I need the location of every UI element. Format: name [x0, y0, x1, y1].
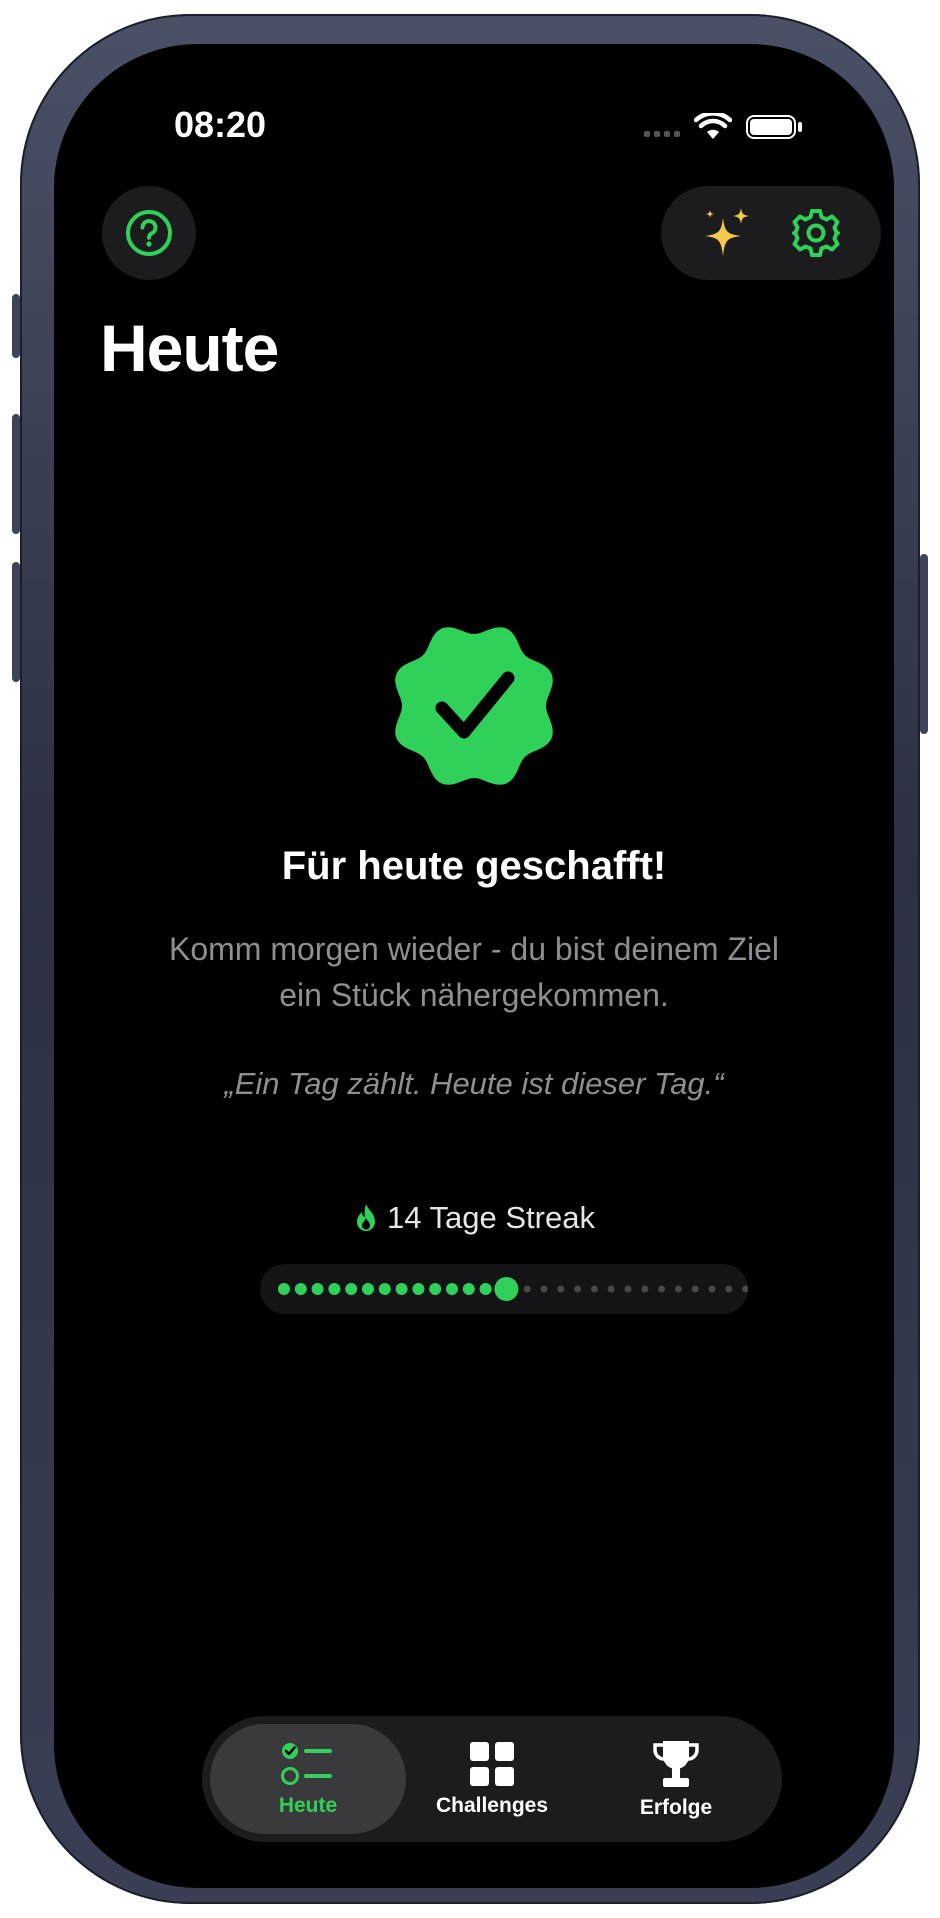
checkmark-seal-icon	[395, 627, 553, 785]
streak-dot-done	[446, 1283, 458, 1295]
tab-label: Challenges	[435, 1794, 549, 1817]
completion-title: Für heute geschafft!	[281, 844, 667, 888]
streak-dot-done	[479, 1283, 492, 1295]
status-time: 08:20	[174, 104, 267, 145]
battery-icon	[746, 115, 796, 139]
streak-dot-done	[294, 1283, 307, 1295]
tab-erfolge[interactable]: Erfolge	[578, 1724, 774, 1834]
tab-label: Erfolge	[639, 1796, 713, 1819]
volume-down-button	[12, 562, 20, 682]
streak-dot-done	[378, 1283, 391, 1295]
streak-dot-pending	[641, 1285, 649, 1293]
streak-dot-done	[345, 1283, 358, 1295]
streak-progress	[260, 1264, 783, 1314]
streak-dot-pending	[540, 1285, 548, 1293]
streak-dot-done	[429, 1283, 442, 1295]
streak-dot-done	[311, 1283, 324, 1295]
streak-dot-pending	[674, 1285, 682, 1293]
header-actions-pill	[661, 186, 881, 280]
streak-dot-pending	[691, 1285, 699, 1293]
tab-label: Heute	[278, 1794, 338, 1817]
streak-dot-pending	[590, 1285, 598, 1293]
cellular-signal-icon	[644, 117, 680, 137]
dynamic-island	[334, 88, 584, 158]
wifi-icon	[694, 113, 732, 139]
streak-dot-pending	[574, 1285, 582, 1293]
streak-dot-pending	[742, 1285, 750, 1293]
sparkles-button[interactable]	[691, 198, 761, 268]
volume-up-button	[12, 414, 20, 534]
streak-dot-pending	[658, 1285, 666, 1293]
streak-label: 14 Tage Streak	[54, 1200, 894, 1236]
streak-dot-pending	[624, 1285, 632, 1293]
streak-dot-done	[278, 1283, 290, 1295]
status-icons	[644, 112, 802, 142]
checklist-icon	[281, 1743, 332, 1785]
streak-dot-done	[462, 1283, 475, 1295]
tab-bar: Heute Challenges Erfolge	[202, 1716, 782, 1842]
streak-dot-pending	[607, 1285, 615, 1293]
tab-heute[interactable]: Heute	[210, 1724, 406, 1834]
page-title: Heute	[100, 311, 279, 385]
battery-cap	[798, 122, 802, 132]
tab-challenges[interactable]: Challenges	[394, 1724, 590, 1834]
streak-dot-pending	[557, 1285, 565, 1293]
streak-dot-done	[328, 1283, 341, 1295]
device-frame: 08:20 Heute Für heute geschafft! Komm mo…	[12, 14, 928, 1904]
gear-icon	[792, 209, 840, 257]
flame-icon	[357, 1204, 376, 1231]
action-button	[12, 294, 20, 358]
trophy-icon	[653, 1741, 699, 1787]
streak-dot-done	[494, 1277, 519, 1301]
question-mark-circle-icon	[126, 210, 172, 256]
power-button	[920, 554, 928, 734]
completion-subtitle: Komm morgen wieder - du bist deinem Ziel…	[168, 931, 779, 1013]
streak-dot-done	[395, 1283, 408, 1295]
streak-dot-done	[412, 1283, 425, 1295]
streak-text: 14 Tage Streak	[387, 1200, 595, 1235]
sparkles-icon	[705, 208, 749, 256]
motivational-quote: „Ein Tag zählt. Heute ist dieser Tag.“	[224, 1066, 724, 1101]
streak-dot-pending	[708, 1285, 716, 1293]
settings-button[interactable]	[781, 198, 851, 268]
help-button[interactable]	[102, 186, 196, 280]
streak-dot-pending	[523, 1285, 531, 1293]
streak-dot-done	[362, 1283, 374, 1295]
app-screen: 08:20 Heute Für heute geschafft! Komm mo…	[54, 44, 894, 1888]
grid-icon	[470, 1742, 514, 1786]
streak-dots	[278, 1277, 783, 1301]
streak-dot-pending	[725, 1285, 733, 1293]
